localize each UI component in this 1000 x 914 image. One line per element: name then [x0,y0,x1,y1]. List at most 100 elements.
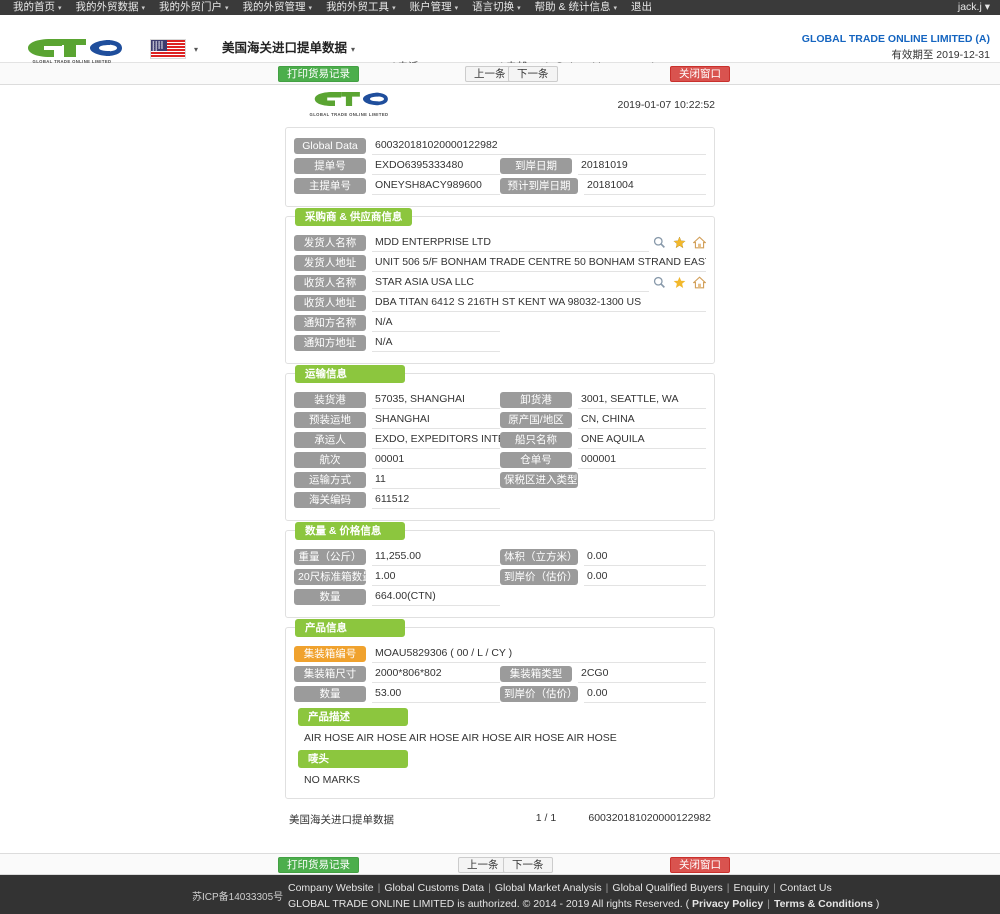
nav-item-label: 帮助 & 统计信息 [534,0,611,13]
field-label: 卸货港 [500,392,572,408]
previous-record-button-bottom[interactable]: 上一条 [458,857,508,873]
field-value: 11,255.00 [372,549,500,566]
consignee-action-icons [653,275,706,289]
footer-separator: | [767,898,770,910]
field-carrier: 承运人 EXDO, EXPEDITORS INTERN [294,432,500,449]
field-value: 0.00 [584,569,706,586]
transport-row: 预装运地 SHANGHAI 原产国/地区 CN, CHINA [294,412,706,429]
shipper-address-row: 发货人地址 UNIT 506 5/F BONHAM TRADE CENTRE 5… [294,255,706,272]
account-company-name: GLOBAL TRADE ONLINE LIMITED (A) [801,33,990,45]
star-icon[interactable] [673,236,686,249]
footer-link-global-market-analysis[interactable]: Global Market Analysis [495,882,602,894]
footer-link-enquiry[interactable]: Enquiry [733,882,769,894]
field-shipper-name: 发货人名称 MDD ENTERPRISE LTD [294,235,706,252]
document-logo-subtitle: GLOBAL TRADE ONLINE LIMITED [309,112,389,117]
search-icon[interactable] [653,276,666,289]
print-record-button[interactable]: 打印货易记录 [278,66,359,82]
nav-item-my-trade-portal[interactable]: 我的外贸门户 ▾ [152,0,236,16]
field-label: 集装箱类型 [500,666,572,682]
field-voyage-number: 航次 00001 [294,452,500,469]
product-info-card: 产品信息 集装箱编号 MOAU5829306 ( 00 / L / CY ) 集… [285,619,715,799]
print-record-button-bottom[interactable]: 打印货易记录 [278,857,359,873]
section-title-quantity-price: 数量 & 价格信息 [295,522,405,540]
field-value: 2CG0 [578,666,706,683]
field-label: 发货人名称 [294,235,366,251]
field-value: ONEYSH8ACY989600 [372,178,500,195]
nav-item-my-trade-data[interactable]: 我的外贸数据 ▾ [69,0,153,16]
close-window-button[interactable]: 关闭窗口 [670,66,730,82]
field-label: 重量（公斤） [294,549,366,565]
home-icon[interactable] [693,236,706,249]
field-value: UNIT 506 5/F BONHAM TRADE CENTRE 50 BONH… [372,255,706,272]
chevron-down-icon: ▾ [225,4,229,12]
field-label: 提单号 [294,158,366,174]
transport-info-card: 运输信息 装货港 57035, SHANGHAI 卸货港 3001, SEATT… [285,365,715,521]
page-title[interactable]: 美国海关进口提单数据 ▾ [222,37,656,56]
field-label: 通知方地址 [294,335,366,351]
nav-item-language-switch[interactable]: 语言切换 ▾ [465,0,528,16]
buyer-supplier-card: 采购商 & 供应商信息 发货人名称 MDD ENTERPRISE LTD 发货人… [285,208,715,364]
nav-item-label: 语言切换 [472,0,515,13]
footer-link-contact-us[interactable]: Contact Us [780,882,832,894]
field-product-cif-value: 到岸价（估价） 0.00 [500,686,706,703]
account-valid-until: 有效期至 2019-12-31 [891,49,990,61]
field-volume-cbm: 体积（立方米） 0.00 [500,549,706,566]
nav-item-home[interactable]: 我的首页 ▾ [6,0,69,16]
policy-open-paren: ( [685,898,690,910]
footer-link-company-website[interactable]: Company Website [288,882,374,894]
document-footer: 美国海关进口提单数据 1 / 1 600320181020000122982 [285,808,715,827]
shipper-action-icons [653,235,706,249]
site-header: GLOBAL TRADE ONLINE LIMITED ★★★★★★★★★★★★… [0,15,1000,78]
footer-separator: | [773,882,776,894]
chevron-down-icon: ▾ [194,44,199,54]
field-value: 2000*806*802 [372,666,500,683]
field-global-data: Global Data 600320181020000122982 [294,138,706,155]
document-timestamp: 2019-01-07 10:22:52 [617,99,716,111]
field-value: 0.00 [584,549,706,566]
nav-item-label: 账户管理 [409,0,452,13]
us-flag-icon: ★★★★★★★★★★★★★★★★★★ [150,39,186,59]
home-icon[interactable] [693,276,706,289]
field-label: 装货港 [294,392,366,408]
star-icon[interactable] [673,276,686,289]
field-label: 数量 [294,589,366,605]
footer-link-global-customs-data[interactable]: Global Customs Data [384,882,484,894]
bottom-toolbar: 打印货易记录 上一条 下一条 关闭窗口 [0,853,1000,875]
search-icon[interactable] [653,236,666,249]
next-record-button[interactable]: 下一条 [508,66,558,82]
field-master-bill-number: 主提单号 ONEYSH8ACY989600 [294,178,500,195]
field-value: SHANGHAI [372,412,500,429]
chevron-down-icon: ▾ [58,4,62,12]
field-value: EXDO6395333480 [372,158,500,175]
footer-link-terms-conditions[interactable]: Terms & Conditions [774,898,873,910]
close-window-button-bottom[interactable]: 关闭窗口 [670,857,730,873]
basic-info-row: 主提单号 ONEYSH8ACY989600 预计到岸日期 20181004 [294,178,706,195]
nav-item-my-trade-tools[interactable]: 我的外贸工具 ▾ [319,0,403,16]
field-value: 664.00(CTN) [372,589,500,606]
copyright-text: GLOBAL TRADE ONLINE LIMITED is authorize… [288,898,683,910]
field-container-size: 集装箱尺寸 2000*806*802 [294,666,500,683]
footer-link-privacy-policy[interactable]: Privacy Policy [692,898,763,910]
field-label: 预装运地 [294,412,366,428]
field-label: 数量 [294,686,366,702]
field-manifest-number: 仓单号 000001 [500,452,706,469]
nav-item-help-statistics[interactable]: 帮助 & 统计信息 ▾ [528,0,624,16]
quantity-row: 20尺标准箱数量 1.00 到岸价（估价） 0.00 [294,569,706,586]
field-value: MDD ENTERPRISE LTD [372,235,649,252]
field-container-type: 集装箱类型 2CG0 [500,666,706,683]
nav-item-my-trade-management[interactable]: 我的外贸管理 ▾ [236,0,320,16]
field-label: 收货人地址 [294,295,366,311]
next-record-button-bottom[interactable]: 下一条 [503,857,553,873]
user-menu[interactable]: jack.j ▾ [958,0,990,15]
chevron-down-icon: ▾ [613,4,617,12]
footer-link-global-qualified-buyers[interactable]: Global Qualified Buyers [612,882,722,894]
field-label: 20尺标准箱数量 [294,569,366,585]
document-gto-logo: GLOBAL TRADE ONLINE LIMITED [307,89,391,117]
gto-logo[interactable]: GLOBAL TRADE ONLINE LIMITED [18,37,126,64]
top-toolbar: 打印货易记录 上一条 下一条 关闭窗口 [0,63,1000,85]
chevron-down-icon: ▾ [308,4,313,12]
country-selector[interactable]: ★★★★★★★★★★★★★★★★★★ ▾ [150,39,198,59]
field-bill-number: 提单号 EXDO6395333480 [294,158,500,175]
nav-item-account-management[interactable]: 账户管理 ▾ [403,0,466,16]
nav-item-logout[interactable]: 退出 [624,0,659,15]
